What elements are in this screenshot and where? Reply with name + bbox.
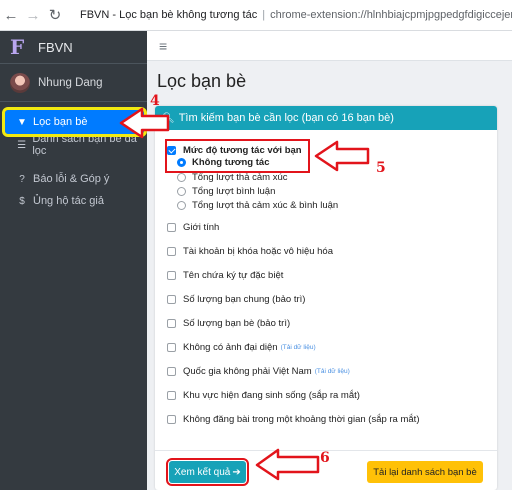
radio-reactions[interactable]: Tổng lượt thả cảm xúc (177, 172, 288, 183)
sidebar-item-label: Lọc bạn bè (33, 116, 88, 128)
brand[interactable]: F FBVN (0, 31, 147, 64)
sidebar-item-label: Ủng hộ tác giả (33, 195, 104, 207)
back-arrow-icon[interactable]: ← (0, 7, 22, 24)
annotation-number-4: 4 (150, 93, 160, 109)
checkbox-label: Không đăng bài trong một khoảng thời gia… (183, 414, 420, 425)
top-navbar: ≡ (147, 31, 512, 61)
checkbox-label: Tài khoản bị khóa hoặc vô hiệu hóa (183, 246, 333, 257)
checkbox[interactable] (167, 343, 176, 352)
radio-comments[interactable]: Tổng lượt bình luận (177, 186, 275, 197)
checkbox[interactable] (167, 295, 176, 304)
radio-label: Tổng lượt thả cảm xúc (192, 172, 288, 183)
load-data-hint[interactable]: (Tải dữ liệu) (315, 368, 350, 375)
list-icon: ☰ (17, 139, 27, 151)
arrow-right-icon: ➔ (232, 466, 241, 478)
annotation-number-5: 5 (376, 160, 386, 176)
avatar (10, 72, 30, 93)
reload-friends-button[interactable]: Tải lại danh sách bạn bè (367, 461, 483, 483)
donate-icon: $ (19, 195, 25, 207)
radio-label: Tổng lượt thả cảm xúc & bình luận (192, 200, 339, 211)
filter-mutual-friends[interactable]: Số lượng bạn chung (bảo trì) (167, 294, 305, 305)
address-bar[interactable]: FBVN - Lọc bạn bè không tương tác | chro… (74, 4, 512, 26)
checkbox-label: Khu vực hiện đang sinh sống (sắp ra mắt) (183, 390, 360, 401)
sidebar-item-donate[interactable]: $ Ủng hộ tác giả (0, 190, 147, 212)
checkbox[interactable] (167, 271, 176, 280)
tab-title: FBVN - Lọc bạn bè không tương tác (80, 9, 258, 21)
filter-region[interactable]: Khu vực hiện đang sinh sống (sắp ra mắt) (167, 390, 360, 401)
checkbox-label: Giới tính (183, 222, 220, 233)
search-icon: 🔍︎ (162, 112, 175, 124)
sidebar-item-label: Danh sách bạn bè đã lọc (32, 133, 137, 157)
view-results-button[interactable]: Xem kết quả ➔ (166, 458, 249, 486)
filter-no-posts[interactable]: Không đăng bài trong một khoảng thời gia… (167, 414, 419, 425)
browser-toolbar: ← → ↻ FBVN - Lọc bạn bè không tương tác … (0, 0, 512, 31)
filter-special-chars[interactable]: Tên chứa ký tự đặc biệt (167, 270, 283, 281)
button-label: Tải lại danh sách bạn bè (373, 466, 477, 478)
checkbox-label: Không có ảnh đại diện (183, 342, 278, 353)
filter-country[interactable]: Quốc gia không phải Việt Nam (Tải dữ liệ… (167, 366, 350, 377)
radio[interactable] (177, 173, 186, 182)
radio[interactable] (177, 187, 186, 196)
checkbox-label: Tên chứa ký tự đặc biệt (183, 270, 284, 281)
hamburger-menu-icon[interactable]: ≡ (159, 38, 167, 54)
url-text: chrome-extension://hlnhbiajcpmjpgpedgfdi… (270, 9, 512, 21)
sidebar-item-filter-friends[interactable]: ▼ Lọc bạn bè (2, 107, 147, 137)
url-separator: | (262, 9, 266, 21)
filter-friend-count[interactable]: Số lượng bạn bè (bảo trì) (167, 318, 290, 329)
sidebar-item-filtered-list[interactable]: ☰ Danh sách bạn bè đã lọc (0, 133, 147, 157)
checkbox-label: Số lượng bạn chung (bảo trì) (183, 294, 306, 305)
filter-icon: ▼ (17, 116, 27, 128)
brand-name: FBVN (38, 39, 73, 55)
annotation-number-6: 6 (320, 450, 330, 466)
checkbox[interactable] (167, 223, 176, 232)
main-content: ≡ Lọc bạn bè 🔍︎ Tìm kiếm bạn bè cần lọc … (147, 31, 512, 490)
sidebar-menu: ▼ Lọc bạn bè ☰ Danh sách bạn bè đã lọc ?… (0, 102, 147, 212)
sidebar-item-report-bug[interactable]: ? Báo lỗi & Góp ý (0, 168, 147, 190)
checkbox-label: Số lượng bạn bè (bảo trì) (183, 318, 291, 329)
sidebar-item-label: Báo lỗi & Góp ý (33, 173, 110, 185)
filter-no-avatar[interactable]: Không có ảnh đại diện (Tải dữ liệu) (167, 342, 316, 353)
help-circle-icon: ? (19, 173, 25, 185)
radio[interactable] (177, 201, 186, 210)
checkbox[interactable] (167, 247, 176, 256)
forward-arrow-icon[interactable]: → (22, 7, 44, 24)
checkbox[interactable] (167, 391, 176, 400)
page-title: Lọc bạn bè (157, 71, 247, 91)
highlight-box-interaction (165, 139, 310, 173)
filter-gender[interactable]: Giới tính (167, 222, 219, 233)
card-header: 🔍︎ Tìm kiếm bạn bè cần lọc (bạn có 16 bạ… (155, 106, 497, 130)
checkbox-label: Quốc gia không phải Việt Nam (183, 366, 312, 377)
user-panel[interactable]: Nhung Dang (0, 64, 147, 102)
brand-logo: F (10, 35, 25, 59)
radio-label: Tổng lượt bình luận (192, 186, 276, 197)
checkbox[interactable] (167, 415, 176, 424)
user-name: Nhung Dang (38, 76, 103, 89)
card-header-text: Tìm kiếm bạn bè cần lọc (bạn có 16 bạn b… (178, 112, 394, 124)
radio-reactions-comments[interactable]: Tổng lượt thả cảm xúc & bình luận (177, 200, 338, 211)
load-data-hint[interactable]: (Tải dữ liệu) (281, 344, 316, 351)
button-label: Xem kết quả (174, 466, 231, 478)
sidebar: F FBVN Nhung Dang ▼ Lọc bạn bè ☰ Danh sá… (0, 31, 147, 490)
checkbox[interactable] (167, 367, 176, 376)
filter-locked-account[interactable]: Tài khoản bị khóa hoặc vô hiệu hóa (167, 246, 333, 257)
reload-icon[interactable]: ↻ (44, 6, 66, 24)
checkbox[interactable] (167, 319, 176, 328)
